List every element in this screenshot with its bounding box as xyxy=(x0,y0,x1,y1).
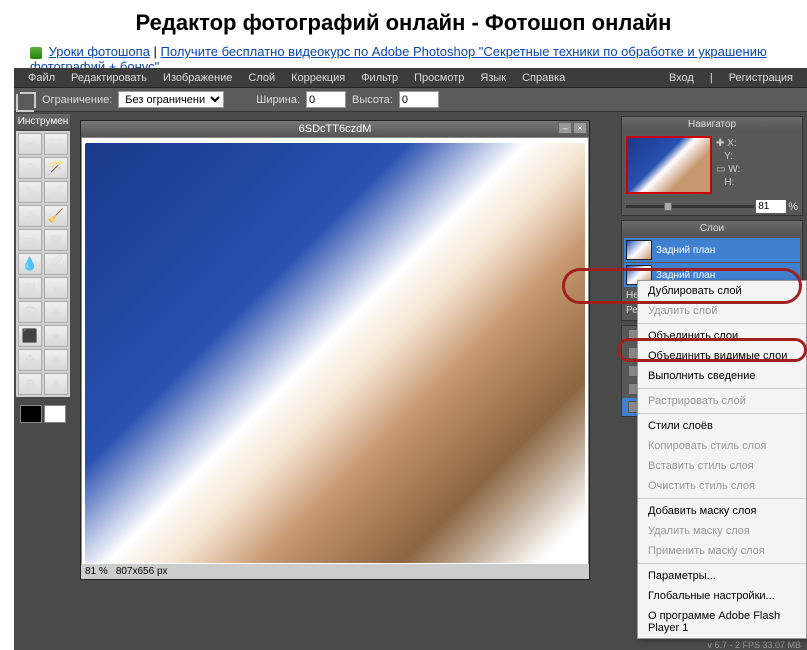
tool-7[interactable]: 🧹 xyxy=(44,205,68,227)
ctx-add-mask[interactable]: Добавить маску слоя xyxy=(638,501,806,521)
navigator-header: Навигатор xyxy=(622,117,802,132)
fg-swatch[interactable] xyxy=(20,405,42,423)
tool-21[interactable]: A xyxy=(44,373,68,395)
tool-13[interactable]: ◐ xyxy=(44,277,68,299)
tool-3[interactable]: 🪄 xyxy=(44,157,68,179)
tool-11[interactable]: 🖉 xyxy=(44,253,68,275)
close-button[interactable]: × xyxy=(573,122,587,134)
tools-header: Инструмен xyxy=(16,114,70,129)
ctx-delete-layer[interactable]: Удалить слой xyxy=(638,301,806,321)
height-label: Высота: xyxy=(352,94,393,106)
menu-filter[interactable]: Фильтр xyxy=(353,72,406,84)
menu-help[interactable]: Справка xyxy=(514,72,573,84)
ctx-copy-style[interactable]: Копировать стиль слоя xyxy=(638,436,806,456)
menu-lang[interactable]: Язык xyxy=(472,72,514,84)
tool-20[interactable]: ⊕ xyxy=(18,373,42,395)
tool-2[interactable]: ◎ xyxy=(18,157,42,179)
ctx-clear-style[interactable]: Очистить стиль слоя xyxy=(638,476,806,496)
ctx-params[interactable]: Параметры... xyxy=(638,566,806,586)
tool-9[interactable]: ▦ xyxy=(44,229,68,251)
register-link[interactable]: Регистрация xyxy=(721,72,801,84)
tool-10[interactable]: 💧 xyxy=(18,253,42,275)
ctx-duplicate-layer[interactable]: Дублировать слой xyxy=(638,281,806,301)
context-menu: Дублировать слой Удалить слой Объединить… xyxy=(637,280,807,639)
height-input[interactable] xyxy=(399,91,439,108)
constraint-select[interactable]: Без ограничени xyxy=(118,91,224,108)
menu-view[interactable]: Просмотр xyxy=(406,72,472,84)
constraint-label: Ограничение: xyxy=(42,94,112,106)
page-title: Редактор фотографий онлайн - Фотошоп онл… xyxy=(0,0,807,44)
ctx-global[interactable]: Глобальные настройки... xyxy=(638,586,806,606)
layer-thumb xyxy=(626,240,652,260)
menubar: Файл Редактировать Изображение Слой Корр… xyxy=(14,68,807,88)
tool-5[interactable]: 🖌 xyxy=(44,181,68,203)
zoom-slider[interactable] xyxy=(626,205,754,208)
photo-content xyxy=(85,143,585,563)
statusbar: v 6.7 - 2 FPS 33.07 MB xyxy=(707,640,801,650)
tool-18[interactable]: ✥ xyxy=(18,349,42,371)
ctx-styles[interactable]: Стили слоёв xyxy=(638,416,806,436)
tool-1[interactable]: ⬚ xyxy=(44,133,68,155)
tool-15[interactable]: ✶ xyxy=(44,301,68,323)
lessons-link[interactable]: Уроки фотошопа xyxy=(49,44,150,59)
tools-panel: Инструмен ✂⬚◎🪄✎🖌✐🧹▭▦💧🖉▤◐👁✶⬛★✥◆⊕A xyxy=(14,112,72,650)
ctx-rasterize[interactable]: Растрировать слой xyxy=(638,391,806,411)
canvas-window: 6SDcTT6czdM – × 81 % 807x656 px xyxy=(80,120,590,580)
window-title: 6SDcTT6czdM – × xyxy=(81,121,589,137)
layers-header: Слои xyxy=(622,221,802,236)
tool-12[interactable]: ▤ xyxy=(18,277,42,299)
options-bar: Ограничение: Без ограничени Ширина: Высо… xyxy=(14,88,807,112)
menu-adjust[interactable]: Коррекция xyxy=(283,72,353,84)
zoom-value[interactable]: 81 xyxy=(756,200,786,213)
width-label: Ширина: xyxy=(256,94,300,106)
download-icon xyxy=(30,47,42,59)
minimize-button[interactable]: – xyxy=(558,122,572,134)
tool-0[interactable]: ✂ xyxy=(18,133,42,155)
canvas-status: 81 % 807x656 px xyxy=(81,564,589,579)
tool-4[interactable]: ✎ xyxy=(18,181,42,203)
tool-8[interactable]: ▭ xyxy=(18,229,42,251)
ctx-apply-mask[interactable]: Применить маску слоя xyxy=(638,541,806,561)
login-link[interactable]: Вход xyxy=(661,72,702,84)
tool-14[interactable]: 👁 xyxy=(18,301,42,323)
navigator-info: ✚ X: Y: ▭ W: H: xyxy=(716,136,740,194)
layer-row[interactable]: Задний план xyxy=(624,238,800,262)
ctx-flatten[interactable]: Выполнить сведение xyxy=(638,366,806,386)
navigator-thumb[interactable] xyxy=(626,136,712,194)
canvas[interactable] xyxy=(82,138,588,568)
ctx-paste-style[interactable]: Вставить стиль слоя xyxy=(638,456,806,476)
tool-19[interactable]: ◆ xyxy=(44,349,68,371)
navigator-panel: Навигатор ✚ X: Y: ▭ W: H: 81 % xyxy=(621,116,803,216)
tool-17[interactable]: ★ xyxy=(44,325,68,347)
tool-6[interactable]: ✐ xyxy=(18,205,42,227)
menu-file[interactable]: Файл xyxy=(20,72,63,84)
ctx-delete-mask[interactable]: Удалить маску слоя xyxy=(638,521,806,541)
bg-swatch[interactable] xyxy=(44,405,66,423)
width-input[interactable] xyxy=(306,91,346,108)
ctx-about[interactable]: О программе Adobe Flash Player 1 xyxy=(638,606,806,638)
menu-layer[interactable]: Слой xyxy=(240,72,283,84)
ctx-merge-layers[interactable]: Объединить слои xyxy=(638,326,806,346)
ctx-merge-visible[interactable]: Объединить видимые слои xyxy=(638,346,806,366)
menu-edit[interactable]: Редактировать xyxy=(63,72,155,84)
menu-image[interactable]: Изображение xyxy=(155,72,240,84)
crop-icon xyxy=(20,92,36,108)
app-window: Файл Редактировать Изображение Слой Корр… xyxy=(14,68,807,650)
tool-16[interactable]: ⬛ xyxy=(18,325,42,347)
